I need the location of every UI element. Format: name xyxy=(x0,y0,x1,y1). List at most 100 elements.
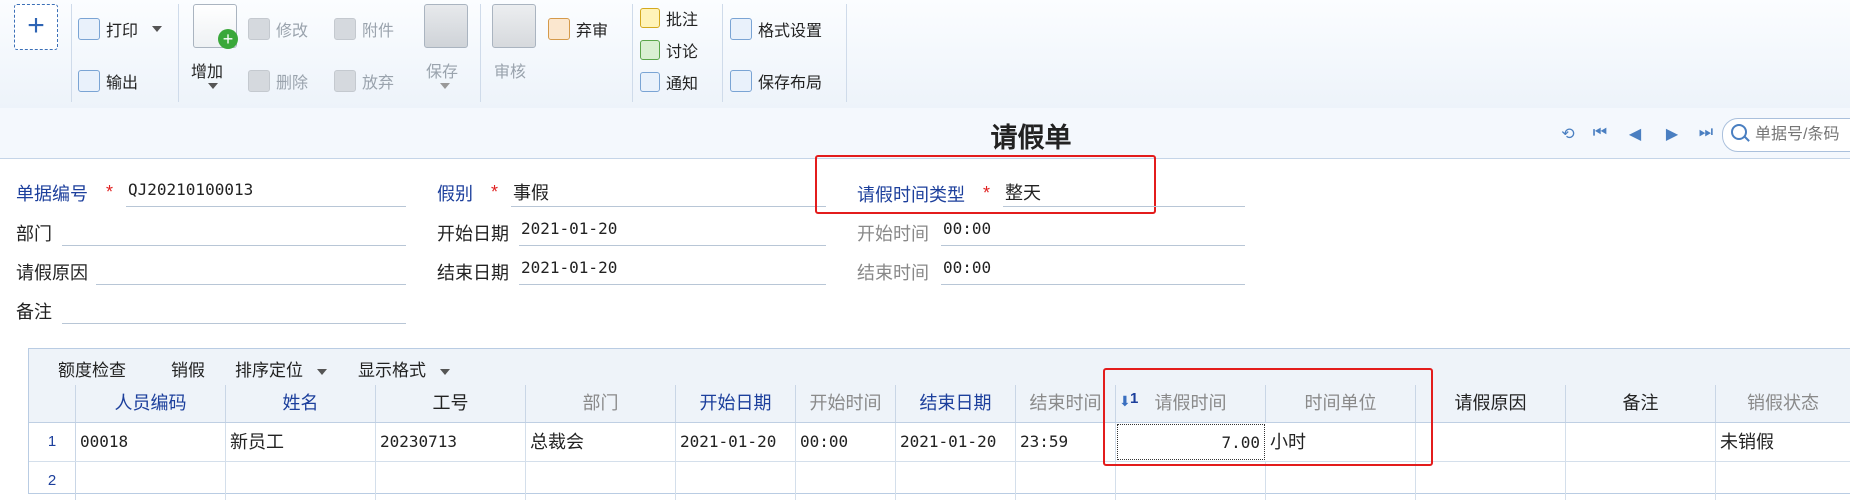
doc-no-field[interactable]: QJ20210100013 xyxy=(128,180,253,199)
start-date-label: 开始日期 xyxy=(437,224,509,244)
field-underline xyxy=(519,245,826,246)
add-label: 增加 xyxy=(191,64,224,81)
cell-empty[interactable] xyxy=(1566,462,1716,500)
start-time-field[interactable]: 00:00 xyxy=(943,219,991,238)
cell-empty[interactable] xyxy=(676,462,796,500)
cell-empty[interactable] xyxy=(376,462,526,500)
cell-emp-code[interactable]: 00018 xyxy=(76,423,226,461)
notify-button[interactable]: 通知 xyxy=(640,70,698,94)
col-end-date[interactable]: 结束日期 xyxy=(896,385,1016,422)
save-layout-label: 保存布局 xyxy=(758,75,823,92)
add-button[interactable]: 增加 xyxy=(191,58,223,82)
cell-empty[interactable] xyxy=(1266,462,1416,500)
col-dept[interactable]: 部门 xyxy=(526,385,676,422)
add-dropdown-icon[interactable] xyxy=(208,83,218,89)
chevron-down-icon xyxy=(440,368,450,375)
audit-clipboard-icon[interactable] xyxy=(492,4,536,48)
remark-label: 备注 xyxy=(16,302,52,322)
search-input[interactable] xyxy=(1753,123,1850,147)
col-name[interactable]: 姓名 xyxy=(226,385,376,422)
col-start-time[interactable]: 开始时间 xyxy=(796,385,896,422)
save-dropdown-icon[interactable] xyxy=(440,83,450,89)
cell-empty[interactable] xyxy=(226,462,376,500)
attachment-button[interactable]: 附件 xyxy=(334,17,394,41)
end-date-field[interactable]: 2021-01-20 xyxy=(521,258,617,277)
cell-name[interactable]: 新员工 xyxy=(226,423,376,461)
save-layout-button[interactable]: 保存布局 xyxy=(730,69,822,93)
modify-button[interactable]: 修改 xyxy=(248,17,308,41)
format-settings-button[interactable]: 格式设置 xyxy=(730,17,822,41)
cell-remark[interactable] xyxy=(1566,423,1716,461)
search-box[interactable] xyxy=(1722,118,1850,152)
print-button[interactable]: 打印 xyxy=(78,17,163,41)
abandon-audit-button[interactable]: 弃审 xyxy=(548,17,608,41)
chevron-down-icon xyxy=(317,368,327,375)
cell-empty[interactable] xyxy=(1116,462,1266,500)
cell-work-no[interactable]: 20230713 xyxy=(376,423,526,461)
cell-empty[interactable] xyxy=(796,462,896,500)
export-button[interactable]: 输出 xyxy=(78,69,138,93)
sort-locate-label: 排序定位 xyxy=(235,361,303,380)
cell-end-date[interactable]: 2021-01-20 xyxy=(896,423,1016,461)
megaphone-icon xyxy=(640,72,660,92)
discard-icon xyxy=(334,70,356,92)
required-mark: * xyxy=(983,183,991,203)
cell-start-time[interactable]: 00:00 xyxy=(796,423,896,461)
leave-type-label: 假别 xyxy=(437,184,473,204)
col-cancel-status[interactable]: 销假状态 xyxy=(1716,385,1850,422)
save-disk-icon[interactable] xyxy=(424,4,468,48)
first-record-icon[interactable]: ⏮ xyxy=(1591,124,1609,144)
cell-end-time[interactable]: 23:59 xyxy=(1016,423,1116,461)
chevron-down-icon[interactable] xyxy=(152,26,163,32)
export-icon xyxy=(78,70,100,92)
cell-cancel-status[interactable]: 未销假 xyxy=(1716,423,1850,461)
time-type-field[interactable]: 整天 xyxy=(1005,179,1041,205)
next-record-icon[interactable]: ▶ xyxy=(1663,124,1681,144)
cell-empty[interactable] xyxy=(1716,462,1850,500)
audit-button[interactable]: 审核 xyxy=(494,58,526,82)
end-time-label: 结束时间 xyxy=(857,263,929,283)
cell-empty[interactable] xyxy=(896,462,1016,500)
cell-start-date[interactable]: 2021-01-20 xyxy=(676,423,796,461)
col-remark[interactable]: 备注 xyxy=(1566,385,1716,422)
col-end-time[interactable]: 结束时间 xyxy=(1016,385,1116,422)
col-reason[interactable]: 请假原因 xyxy=(1416,385,1566,422)
sort-locate-button[interactable]: 排序定位 xyxy=(235,356,327,381)
cell-reason[interactable] xyxy=(1416,423,1566,461)
display-format-label: 显示格式 xyxy=(358,361,426,380)
format-settings-icon xyxy=(730,18,752,40)
dept-label: 部门 xyxy=(16,224,52,244)
toolbar-separator xyxy=(632,4,633,102)
leave-type-field[interactable]: 事假 xyxy=(513,179,549,205)
annotate-button[interactable]: 批注 xyxy=(640,6,698,30)
required-mark: * xyxy=(106,182,114,202)
start-date-field[interactable]: 2021-01-20 xyxy=(521,219,617,238)
add-doc-icon[interactable]: + xyxy=(193,4,238,49)
row-number: 1 xyxy=(29,423,76,461)
cell-empty[interactable] xyxy=(1016,462,1116,500)
end-time-field[interactable]: 00:00 xyxy=(943,258,991,277)
delete-button[interactable]: 删除 xyxy=(248,69,308,93)
field-underline xyxy=(519,284,826,285)
new-tab-button[interactable]: + xyxy=(14,4,58,50)
cell-empty[interactable] xyxy=(76,462,226,500)
col-emp-code[interactable]: 人员编码 xyxy=(76,385,226,422)
col-start-date[interactable]: 开始日期 xyxy=(676,385,796,422)
display-format-button[interactable]: 显示格式 xyxy=(358,356,450,381)
cell-dept[interactable]: 总裁会 xyxy=(526,423,676,461)
cell-empty[interactable] xyxy=(526,462,676,500)
cell-empty[interactable] xyxy=(1416,462,1566,500)
discuss-button[interactable]: 讨论 xyxy=(640,38,698,62)
col-work-no[interactable]: 工号 xyxy=(376,385,526,422)
discard-button[interactable]: 放弃 xyxy=(334,69,394,93)
field-underline xyxy=(941,245,1245,246)
time-type-label: 请假时间类型 xyxy=(857,185,965,205)
prev-record-icon[interactable]: ◀ xyxy=(1626,124,1644,144)
cancel-leave-button[interactable]: 销假 xyxy=(171,356,205,381)
save-button[interactable]: 保存 xyxy=(426,58,458,82)
field-underline xyxy=(511,206,826,207)
reason-label: 请假原因 xyxy=(16,263,88,283)
quota-check-button[interactable]: 额度检查 xyxy=(58,356,126,381)
refresh-icon[interactable]: ⟲ xyxy=(1559,124,1577,144)
last-record-icon[interactable]: ⏭ xyxy=(1697,124,1715,144)
